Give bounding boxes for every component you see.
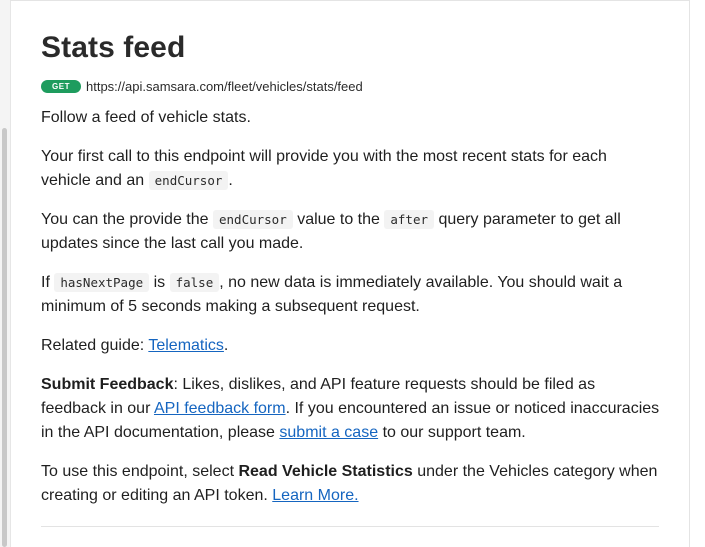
cursor-paragraph: You can the provide the endCursor value … [41,208,661,256]
text: value to the [297,211,380,228]
code-false: false [169,273,220,292]
endpoint-row: GET https://api.samsara.com/fleet/vehicl… [41,76,661,96]
feedback-paragraph: Submit Feedback: Likes, dislikes, and AP… [41,373,661,445]
doc-content: Stats feed GET https://api.samsara.com/f… [41,26,661,527]
scrollbar-thumb[interactable] [2,128,7,547]
permission-name: Read Vehicle Statistics [238,463,413,480]
usage-paragraph: To use this endpoint, select Read Vehicl… [41,460,661,508]
top-border [10,0,690,1]
text: You can the provide the [41,211,209,228]
right-border [689,0,690,547]
text: . [223,337,229,354]
feedback-heading: Submit Feedback [41,376,174,393]
page-title: Stats feed [41,31,186,64]
code-endcursor: endCursor [148,171,229,190]
submit-case-link[interactable]: submit a case [279,424,378,441]
text: is [153,274,166,291]
first-call-paragraph: Your first call to this endpoint will pr… [41,145,661,193]
left-scrollbar[interactable] [0,0,11,547]
code-endcursor: endCursor [213,210,293,229]
method-badge: GET [41,79,81,93]
has-next-page-paragraph: If hasNextPage is false, no new data is … [41,271,661,319]
related-label: Related guide: [41,337,145,354]
intro-paragraph: Follow a feed of vehicle stats. [41,109,251,126]
api-feedback-form-link[interactable]: API feedback form [154,400,286,417]
related-guide-paragraph: Related guide: Telematics. [41,334,661,358]
text: If [41,274,50,291]
telematics-link[interactable]: Telematics [148,337,224,354]
section-divider [41,526,659,527]
text: . [228,172,233,189]
text: to our support team. [382,424,526,441]
text: Your first call to this endpoint will pr… [41,148,607,189]
text: To use this endpoint, select [41,463,235,480]
learn-more-link[interactable]: Learn More. [272,487,358,504]
endpoint-url: https://api.samsara.com/fleet/vehicles/s… [86,78,363,94]
code-hasnextpage: hasNextPage [54,273,150,292]
code-after: after [384,210,435,229]
